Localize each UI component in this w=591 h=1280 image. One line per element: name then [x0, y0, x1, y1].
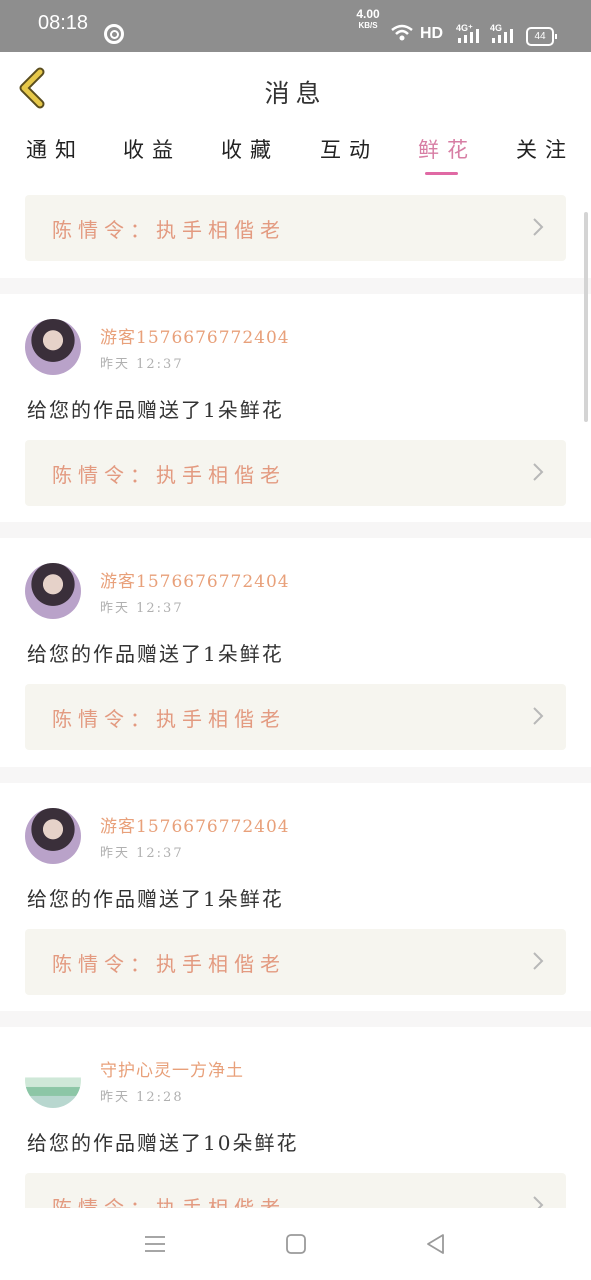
chevron-right-icon — [533, 1196, 544, 1208]
timestamp: 昨天 12:37 — [100, 357, 184, 372]
message-text: 给您的作品赠送了1朵鲜花 — [27, 887, 284, 911]
tab-following[interactable]: 关注 — [516, 134, 574, 164]
message-text: 给您的作品赠送了1朵鲜花 — [27, 398, 284, 422]
avatar[interactable] — [25, 808, 81, 864]
chevron-right-icon — [533, 952, 544, 970]
work-card[interactable]: 陈情令：执手相偕老 — [25, 929, 566, 995]
network-speed-value: 4.00 — [356, 7, 380, 21]
hd-indicator: HD — [420, 25, 444, 42]
network-speed-unit: KB/S — [358, 21, 378, 30]
home-square-icon[interactable] — [284, 1232, 308, 1256]
chevron-right-icon — [533, 707, 544, 725]
timestamp: 昨天 12:37 — [100, 601, 184, 616]
divider — [0, 767, 591, 783]
message-text: 给您的作品赠送了10朵鲜花 — [27, 1131, 299, 1155]
page-title: 消息 — [264, 79, 327, 108]
work-card[interactable]: 陈情令：执手相偕老 — [25, 195, 566, 261]
work-card[interactable]: 陈情令：执手相偕老 — [25, 684, 566, 750]
status-bar: 08:18 4.00 KB/S HD 4G⁺ 4G 44 — [0, 0, 591, 52]
app-notification-icon — [104, 24, 124, 44]
work-card[interactable]: 陈情令：执手相偕老 — [25, 440, 566, 506]
scrollbar[interactable] — [584, 212, 588, 422]
timestamp: 昨天 12:37 — [100, 846, 184, 861]
signal-4g-icon: 4G — [490, 23, 513, 43]
wifi-icon — [391, 24, 413, 41]
divider — [0, 1011, 591, 1027]
divider — [0, 522, 591, 538]
signal-4g-plus-icon: 4G⁺ — [456, 23, 479, 43]
chevron-right-icon — [533, 463, 544, 481]
avatar[interactable] — [25, 319, 81, 375]
username[interactable]: 游客1576676772404 — [100, 812, 290, 837]
tab-bar: 通知 收益 收藏 互动 鲜花 关注 — [0, 124, 591, 182]
active-tab-indicator — [425, 172, 458, 175]
system-nav-bar — [0, 1208, 591, 1280]
header: 消息 — [0, 52, 591, 125]
username[interactable]: 游客1576676772404 — [100, 323, 290, 348]
work-title: 陈情令：执手相偕老 — [52, 707, 286, 731]
network-speed: 4.00 KB/S — [353, 7, 383, 31]
avatar[interactable] — [25, 563, 81, 619]
avatar[interactable] — [25, 1052, 81, 1108]
work-title: 陈情令：执手相偕老 — [52, 1196, 286, 1208]
work-title: 陈情令：执手相偕老 — [52, 218, 286, 242]
work-title: 陈情令：执手相偕老 — [52, 952, 286, 976]
signal1-label: 4G⁺ — [456, 23, 473, 33]
tab-favorites[interactable]: 收藏 — [221, 134, 279, 164]
tab-earnings[interactable]: 收益 — [123, 134, 181, 164]
tab-flowers[interactable]: 鲜花 — [418, 134, 476, 164]
battery-icon: 44 — [526, 27, 557, 46]
tab-notifications[interactable]: 通知 — [26, 134, 84, 164]
flower-message-list[interactable]: 陈情令：执手相偕老 游客1576676772404 昨天 12:37 给您的作品… — [0, 182, 591, 1208]
chevron-right-icon — [533, 218, 544, 236]
timestamp: 昨天 12:28 — [100, 1090, 184, 1105]
back-triangle-icon[interactable] — [424, 1232, 448, 1256]
tab-interactions[interactable]: 互动 — [320, 134, 378, 164]
menu-icon[interactable] — [143, 1232, 167, 1256]
status-time: 08:18 — [38, 12, 89, 34]
divider — [0, 278, 591, 294]
work-card[interactable]: 陈情令：执手相偕老 — [25, 1173, 566, 1208]
username[interactable]: 守护心灵一方净土 — [100, 1056, 244, 1081]
signal2-label: 4G — [490, 23, 502, 33]
username[interactable]: 游客1576676772404 — [100, 567, 290, 592]
work-title: 陈情令：执手相偕老 — [52, 463, 286, 487]
message-text: 给您的作品赠送了1朵鲜花 — [27, 642, 284, 666]
